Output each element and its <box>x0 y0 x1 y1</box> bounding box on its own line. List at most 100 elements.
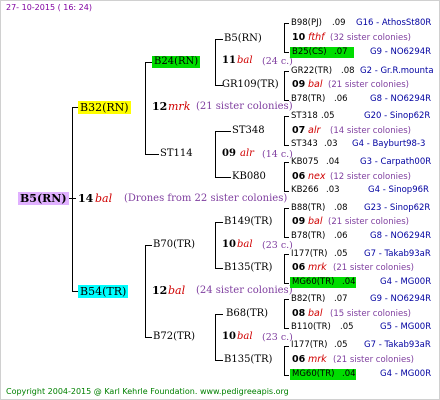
gen4-queen: I177(TR) <box>291 340 328 350</box>
gen4-queen: I177(TR) <box>291 249 328 259</box>
gen4-queen: GR22(TR) <box>291 66 333 76</box>
gen3-queen: GR109(TR) <box>222 79 279 90</box>
copyright-footer: Copyright 2004-2015 @ Karl Kehrle Founda… <box>6 387 289 396</box>
gen3-year: 10 <box>292 32 306 43</box>
gen3-queen: ST348 <box>232 125 265 136</box>
gen2-note: (23 c.) <box>262 332 293 343</box>
gen3-code: nex <box>308 171 326 182</box>
gen4-year: .09 <box>332 18 346 28</box>
gen3-year: 09 <box>292 79 306 90</box>
gen4-year: .08 <box>341 66 355 76</box>
gen3-year: 09 <box>292 216 306 227</box>
gen4-queen: B88(TR) <box>291 203 326 213</box>
gen2-year: 11 <box>222 55 236 66</box>
gen4-year: .04 <box>342 369 356 379</box>
gen3-note: (14 sister colonies) <box>330 126 411 136</box>
gen4-queen: KB266 <box>291 185 319 195</box>
gen1-top-note: (21 sister colonies) <box>196 101 293 112</box>
gen4-year: .04 <box>342 277 356 287</box>
gen4-queen: B110(TR) <box>291 322 331 332</box>
gen3-year: 08 <box>292 308 306 319</box>
gen3-queen: B135(TR) <box>224 262 273 273</box>
gen3-queen: B135(TR) <box>224 354 273 365</box>
gen4-origin: G4 - Sinop96R <box>368 185 429 195</box>
gen1-bottom-year: 12 <box>152 284 168 297</box>
gen4-origin: G16 - AthosSt80R <box>356 18 432 28</box>
gen4-origin: G2 - Gr.R.mounta <box>360 66 434 76</box>
gen1-top-queen: B32(RN) <box>78 101 131 114</box>
gen2-queen: B72(TR) <box>153 331 196 342</box>
gen3-code: bal <box>308 216 323 227</box>
gen4-year: .07 <box>334 294 348 304</box>
gen3-queen: B149(TR) <box>224 216 273 227</box>
gen4-year: .06 <box>334 231 348 241</box>
gen4-origin: G9 - NO6294R <box>370 47 432 57</box>
gen3-code: bal <box>308 79 323 90</box>
gen4-origin: G4 - MG00R <box>380 369 432 379</box>
gen2-note: (23 c.) <box>262 240 293 251</box>
gen2-code: bal <box>237 239 253 250</box>
gen4-year: .03 <box>326 185 340 195</box>
gen3-code: alr <box>308 125 321 136</box>
gen4-origin: G4 - MG00R <box>380 277 432 287</box>
gen4-year: .05 <box>334 340 348 350</box>
gen3-note: (21 sister colonies) <box>333 355 414 365</box>
gen1-top-year: 12 <box>152 100 168 113</box>
gen4-queen: MG60(TR) <box>292 277 335 287</box>
gen4-origin: G4 - Bayburt98-3 <box>352 139 426 149</box>
gen4-origin: G7 - Takab93aR <box>364 340 431 350</box>
gen3-code: mrk <box>308 262 327 273</box>
gen4-year: .07 <box>334 47 348 57</box>
gen4-origin: G7 - Takab93aR <box>364 249 431 259</box>
gen4-queen: B25(CS) <box>292 47 327 57</box>
gen1-bottom-queen: B54(TR) <box>78 285 129 298</box>
gen2-year: 10 <box>222 239 236 250</box>
gen4-queen: B82(TR) <box>291 294 326 304</box>
gen1-top-code: mrk <box>168 100 191 113</box>
root-year: 14 <box>78 192 94 205</box>
gen4-queen: ST343 <box>291 139 318 149</box>
gen3-code: bal <box>308 308 323 319</box>
gen4-origin: G23 - Sinop62R <box>364 203 431 213</box>
gen3-note: (32 sister colonies) <box>330 33 411 43</box>
gen2-year: 10 <box>222 331 236 342</box>
gen4-year: .05 <box>321 111 335 121</box>
gen4-origin: G8 - NO6294R <box>370 231 432 241</box>
gen4-queen: B78(TR) <box>291 231 326 241</box>
gen3-note: (12 sister colonies) <box>330 172 411 182</box>
gen2-code: bal <box>237 55 253 66</box>
gen4-origin: G8 - NO6294R <box>370 94 432 104</box>
gen2-note: (24 c.) <box>262 56 293 67</box>
gen1-bottom-note: (24 sister colonies) <box>196 285 293 296</box>
gen3-note: (21 sister colonies) <box>328 80 409 90</box>
gen3-queen: B5(RN) <box>224 33 262 44</box>
gen4-origin: G9 - NO6294R <box>370 294 432 304</box>
gen3-code: mrk <box>308 354 327 365</box>
gen3-code: fthf <box>308 32 325 43</box>
root-note: (Drones from 22 sister colonies) <box>124 193 288 204</box>
gen3-queen: B68(TR) <box>226 308 269 319</box>
gen4-year: .03 <box>324 139 338 149</box>
gen4-queen: KB075 <box>291 157 319 167</box>
gen4-origin: G5 - MG00R <box>380 322 432 332</box>
gen2-queen: B70(TR) <box>153 239 196 250</box>
gen3-year: 06 <box>292 171 306 182</box>
gen4-year: .08 <box>334 203 348 213</box>
gen3-note: (21 sister colonies) <box>328 217 409 227</box>
gen2-queen: B24(RN) <box>152 56 201 68</box>
gen4-year: .06 <box>334 94 348 104</box>
gen4-year: .05 <box>340 322 354 332</box>
gen2-code: alr <box>240 148 254 159</box>
gen2-queen: ST114 <box>160 148 193 159</box>
gen3-year: 06 <box>292 354 306 365</box>
gen3-note: (15 sister colonies) <box>330 309 411 319</box>
gen4-queen: MG60(TR) <box>292 369 335 379</box>
gen4-year: .04 <box>326 157 340 167</box>
gen4-queen: B78(TR) <box>291 94 326 104</box>
timestamp: 27- 10-2015 ( 16: 24) <box>6 3 92 12</box>
gen4-origin: G20 - Sinop62R <box>364 111 431 121</box>
gen2-year: 09 <box>222 148 236 159</box>
gen2-note: (14 c.) <box>262 149 293 160</box>
gen1-bottom-code: bal <box>168 284 186 297</box>
gen4-queen: ST318 <box>291 111 318 121</box>
